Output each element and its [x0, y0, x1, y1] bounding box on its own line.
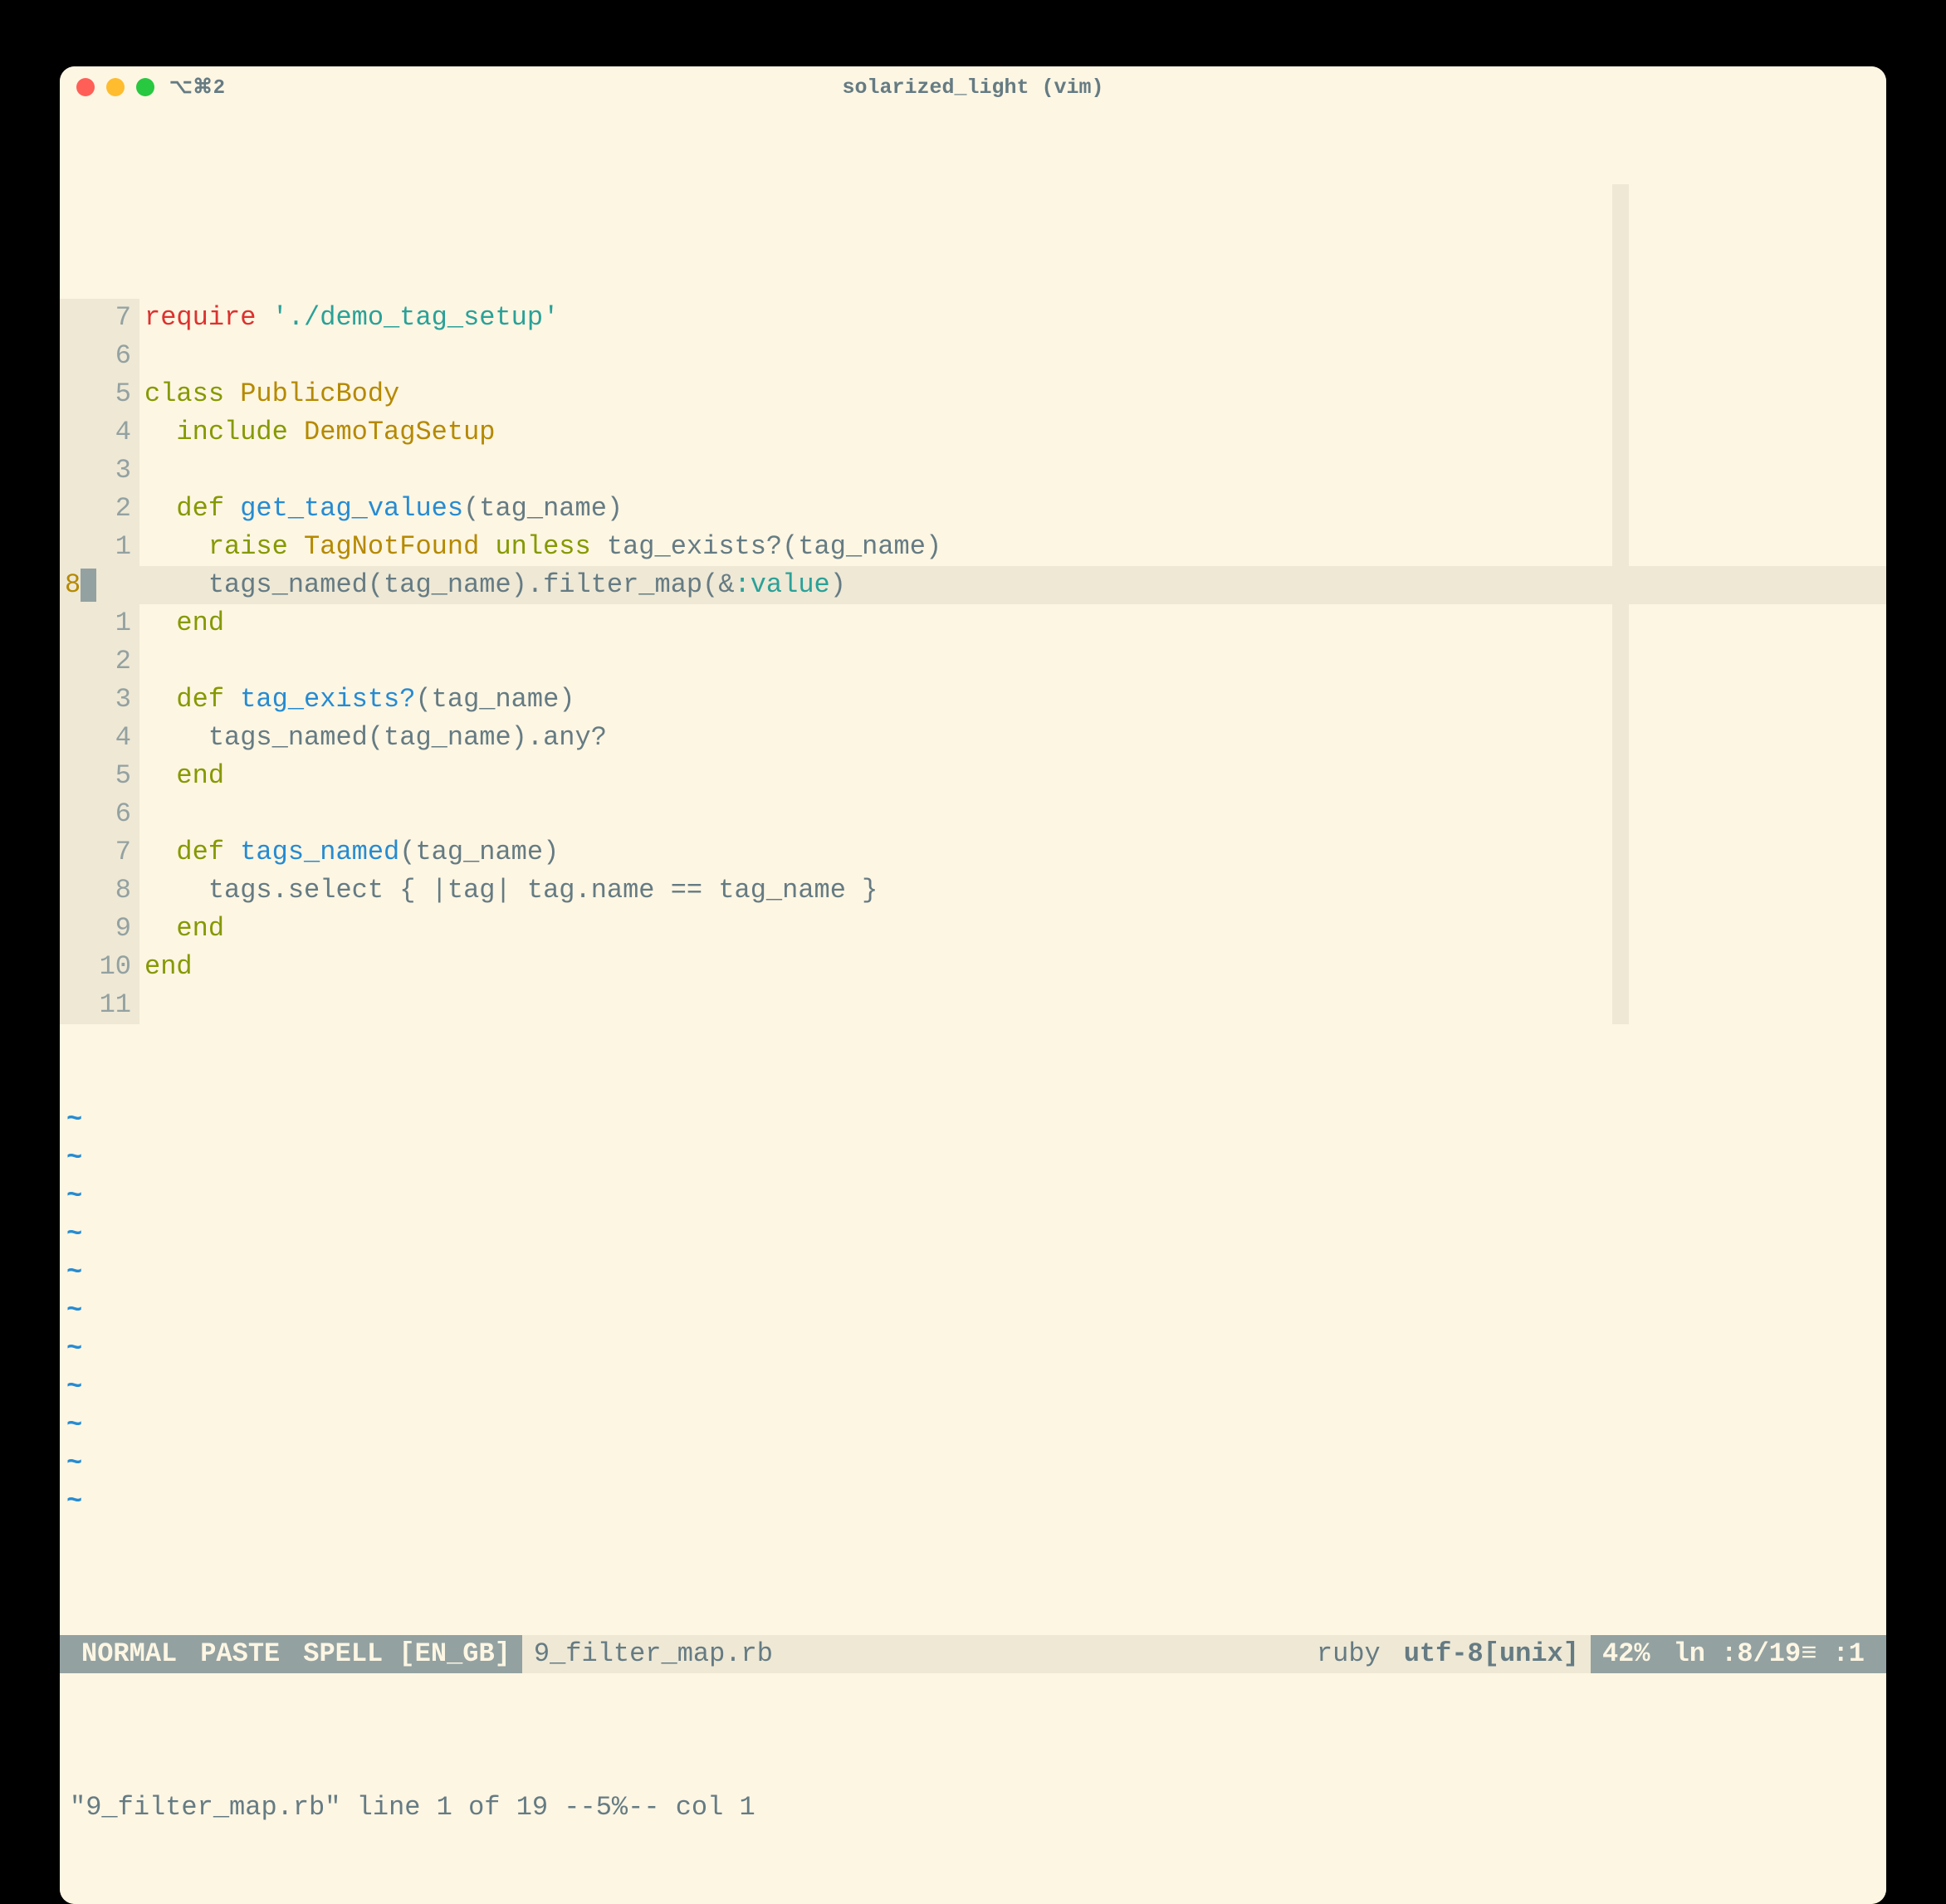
empty-line-tilde: ~ — [60, 1101, 1886, 1139]
traffic-lights — [76, 78, 154, 96]
code-line[interactable]: 5 end — [60, 757, 1886, 795]
empty-line-tilde: ~ — [60, 1482, 1886, 1521]
code-content[interactable]: end — [139, 604, 1886, 642]
code-content[interactable]: tags_named(tag_name).any? — [139, 719, 1886, 757]
gutter-number: 5 — [60, 757, 139, 795]
code-content[interactable]: require './demo_tag_setup' — [139, 299, 1886, 337]
empty-line-tilde: ~ — [60, 1368, 1886, 1406]
empty-line-tilde: ~ — [60, 1406, 1886, 1444]
zoom-icon[interactable] — [136, 78, 154, 96]
empty-line-tilde: ~ — [60, 1139, 1886, 1177]
code-line[interactable]: 1 raise TagNotFound unless tag_exists?(t… — [60, 528, 1886, 566]
code-content[interactable]: raise TagNotFound unless tag_exists?(tag… — [139, 528, 1886, 566]
code-content[interactable]: def get_tag_values(tag_name) — [139, 490, 1886, 528]
code-line[interactable]: 5class PublicBody — [60, 375, 1886, 413]
spell-indicator: SPELL [EN_GB] — [291, 1635, 522, 1673]
code-content[interactable]: def tags_named(tag_name) — [139, 833, 1886, 871]
encoding-indicator: utf-8[unix] — [1392, 1635, 1591, 1673]
percent-indicator: 42% — [1591, 1635, 1662, 1673]
cursor — [81, 569, 96, 602]
code-content[interactable]: end — [139, 757, 1886, 795]
empty-line-tilde: ~ — [60, 1444, 1886, 1482]
gutter-number: 3 — [60, 681, 139, 719]
filename-indicator: 9_filter_map.rb — [522, 1635, 785, 1673]
gutter-number: 9 — [60, 910, 139, 948]
gutter-number: 8 — [60, 871, 139, 910]
code-content[interactable]: def tag_exists?(tag_name) — [139, 681, 1886, 719]
filetype-indicator: ruby — [1305, 1635, 1392, 1673]
empty-line-tilde: ~ — [60, 1215, 1886, 1253]
mode-indicator: NORMAL — [70, 1635, 188, 1673]
position-indicator: ln :8/19≡ :1 — [1662, 1635, 1876, 1673]
gutter-number: 2 — [60, 490, 139, 528]
code-content[interactable]: end — [139, 910, 1886, 948]
tab-indicator: ⌥⌘2 — [169, 75, 226, 100]
statusline-spacer — [785, 1635, 1305, 1673]
code-line[interactable]: 3 def tag_exists?(tag_name) — [60, 681, 1886, 719]
gutter-number: 7 — [60, 833, 139, 871]
gutter-number: 4 — [60, 719, 139, 757]
gutter-number: 2 — [60, 642, 139, 681]
gutter-number: 3 — [60, 452, 139, 490]
empty-line-tilde: ~ — [60, 1177, 1886, 1215]
titlebar: ⌥⌘2 solarized_light (vim) — [60, 66, 1886, 108]
code-line[interactable]: 7 def tags_named(tag_name) — [60, 833, 1886, 871]
code-content[interactable]: tags_named(tag_name).filter_map(&:value) — [139, 566, 1886, 604]
code-content[interactable]: include DemoTagSetup — [139, 413, 1886, 452]
code-line[interactable]: 8 tags_named(tag_name).filter_map(&:valu… — [60, 566, 1886, 604]
code-line[interactable]: 2 def get_tag_values(tag_name) — [60, 490, 1886, 528]
gutter-number: 8 — [60, 566, 139, 604]
command-line[interactable]: "9_filter_map.rb" line 1 of 19 --5%-- co… — [60, 1788, 1886, 1828]
empty-line-tilde: ~ — [60, 1330, 1886, 1368]
status-line: NORMAL PASTE SPELL [EN_GB] 9_filter_map.… — [60, 1635, 1886, 1673]
minimize-icon[interactable] — [106, 78, 125, 96]
gutter-number: 1 — [60, 604, 139, 642]
paste-indicator: PASTE — [188, 1635, 291, 1673]
code-content[interactable]: tags.select { |tag| tag.name == tag_name… — [139, 871, 1886, 910]
code-line[interactable]: 7require './demo_tag_setup' — [60, 299, 1886, 337]
code-line[interactable]: 10end — [60, 948, 1886, 986]
empty-line-tilde: ~ — [60, 1291, 1886, 1330]
code-content[interactable]: class PublicBody — [139, 375, 1886, 413]
code-line[interactable]: 4 include DemoTagSetup — [60, 413, 1886, 452]
code-line[interactable]: 8 tags.select { |tag| tag.name == tag_na… — [60, 871, 1886, 910]
gutter-number: 6 — [60, 795, 139, 833]
terminal-window: ⌥⌘2 solarized_light (vim) 7require './de… — [60, 66, 1886, 1904]
code-line[interactable]: 9 end — [60, 910, 1886, 948]
gutter-number: 10 — [60, 948, 139, 986]
gutter-number: 7 — [60, 299, 139, 337]
gutter-number: 11 — [60, 986, 139, 1024]
gutter-number: 6 — [60, 337, 139, 375]
gutter-number: 4 — [60, 413, 139, 452]
gutter-number: 1 — [60, 528, 139, 566]
code-line[interactable]: 1 end — [60, 604, 1886, 642]
close-icon[interactable] — [76, 78, 95, 96]
editor-area[interactable]: 7require './demo_tag_setup'65class Publi… — [60, 108, 1886, 1904]
code-content[interactable]: end — [139, 948, 1886, 986]
code-line[interactable]: 4 tags_named(tag_name).any? — [60, 719, 1886, 757]
window-title: solarized_light (vim) — [60, 76, 1886, 100]
gutter-number: 5 — [60, 375, 139, 413]
empty-line-tilde: ~ — [60, 1253, 1886, 1291]
